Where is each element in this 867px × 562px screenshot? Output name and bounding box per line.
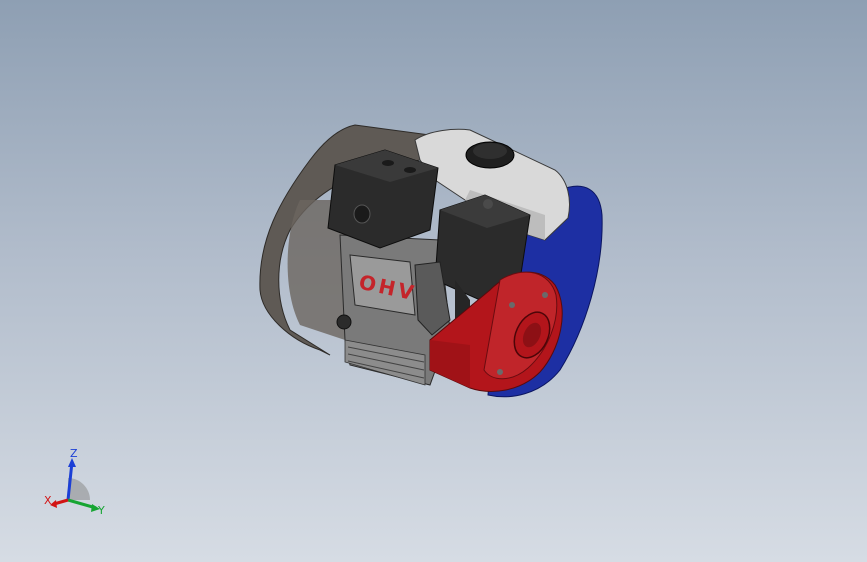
- recoil-lower: [430, 340, 470, 388]
- engine-model[interactable]: OHV: [0, 0, 867, 562]
- graphics-viewport[interactable]: OHV Z Y X: [0, 0, 867, 562]
- y-axis-label: Y: [97, 504, 105, 517]
- z-axis-label: Z: [70, 447, 78, 460]
- x-axis-label: X: [44, 494, 52, 507]
- orientation-triad[interactable]: Z Y X: [38, 440, 118, 530]
- fuel-cap-top: [473, 143, 507, 159]
